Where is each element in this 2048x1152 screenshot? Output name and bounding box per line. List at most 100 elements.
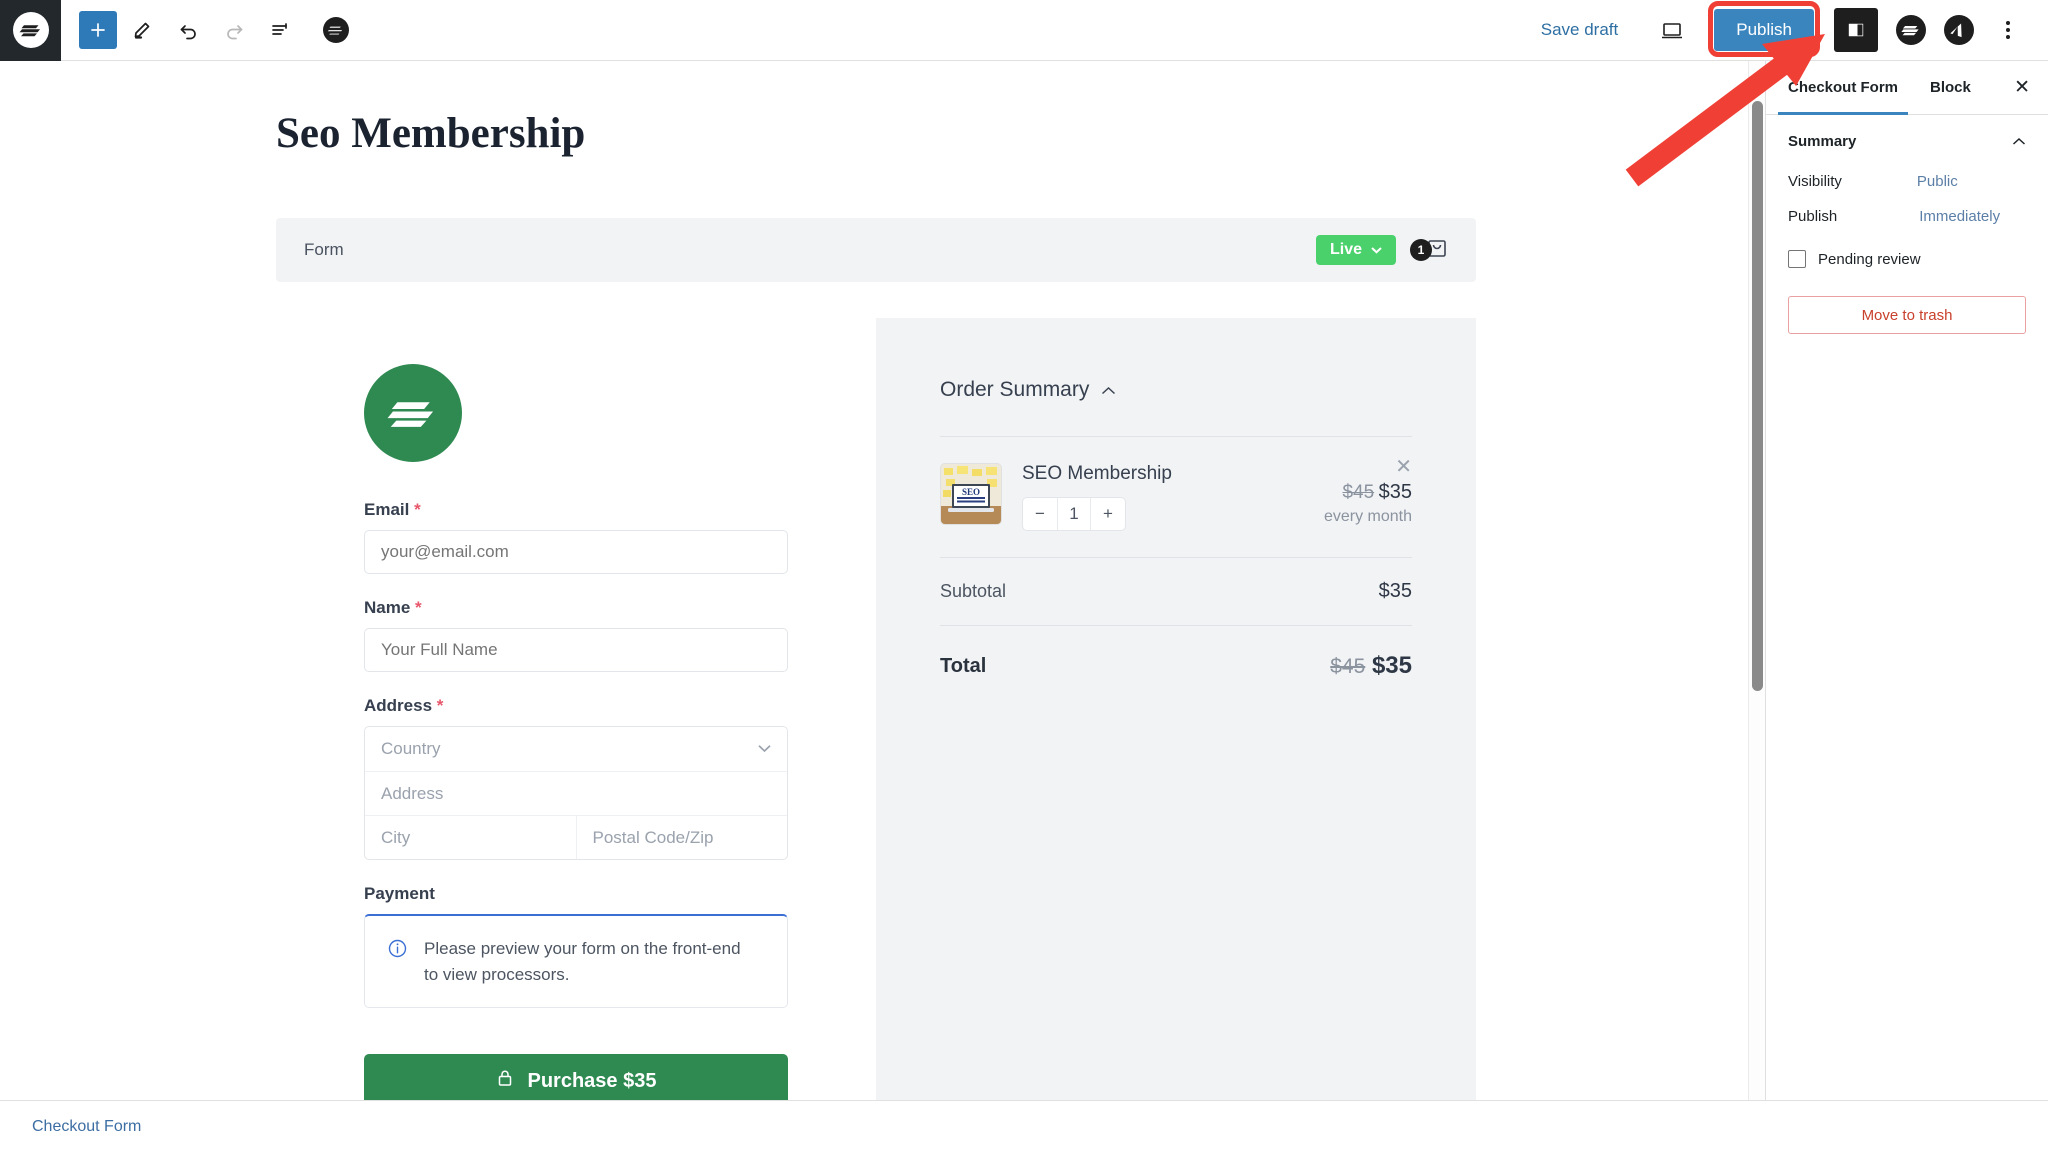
toolbar-tools-group <box>61 9 357 51</box>
publish-label: Publish <box>1788 208 1838 225</box>
chevron-up-icon <box>1101 378 1116 402</box>
info-circle-icon <box>387 938 408 987</box>
save-draft-button[interactable]: Save draft <box>1529 14 1631 46</box>
live-status-dropdown[interactable]: Live <box>1315 235 1396 265</box>
summary-section-title: Summary <box>1788 133 1857 150</box>
order-item-current-price: $35 <box>1378 481 1412 503</box>
order-summary-toggle[interactable]: Order Summary <box>940 378 1412 402</box>
order-item-price-line: $45 $35 <box>1342 481 1412 503</box>
order-item-details: SEO Membership − 1 + <box>1002 463 1172 531</box>
name-label-text: Name <box>364 598 411 617</box>
visibility-row: Visibility Public <box>1766 164 2048 199</box>
vertical-dots-icon[interactable] <box>1988 8 2028 52</box>
sidebar-panel-icon[interactable] <box>1834 8 1878 52</box>
tab-block[interactable]: Block <box>1914 61 1987 114</box>
payment-section: Payment Please preview your form on the … <box>364 884 788 1008</box>
astra-round-icon[interactable] <box>1944 15 1974 45</box>
redo-button[interactable] <box>213 9 255 51</box>
surecart-block-button[interactable] <box>315 9 357 51</box>
cart-count-badge: 1 <box>1410 239 1432 261</box>
order-item-original-price: $45 <box>1342 482 1375 503</box>
total-original-price: $45 <box>1330 655 1366 678</box>
visibility-label: Visibility <box>1788 173 1842 190</box>
settings-sidebar: Checkout Form Block ✕ Summary Visibility… <box>1765 61 2048 1130</box>
surecart-logo-icon <box>12 12 49 48</box>
pending-review-checkbox[interactable] <box>1788 250 1806 268</box>
street-address-input[interactable]: Address <box>365 772 787 815</box>
total-label: Total <box>940 654 987 677</box>
email-field-group: Email * <box>364 500 788 574</box>
country-select[interactable]: Country <box>365 727 787 771</box>
quantity-increment-button[interactable]: + <box>1091 498 1125 530</box>
order-summary-column: Order Summary SEO SEO Membership − 1 + $… <box>876 318 1476 1130</box>
quantity-value[interactable]: 1 <box>1057 498 1091 530</box>
checkout-left-column: Email * Name * Address * <box>276 318 876 1130</box>
remove-item-close-icon[interactable]: ✕ <box>1395 457 1412 477</box>
street-address-row[interactable]: Address <box>365 771 787 815</box>
summary-section-header[interactable]: Summary <box>1766 115 2048 164</box>
breadcrumb[interactable]: Checkout Form <box>32 1118 141 1136</box>
svg-text:SEO: SEO <box>962 487 980 497</box>
publish-button-wrapper: Publish <box>1708 1 1820 57</box>
name-input[interactable] <box>364 628 788 672</box>
required-marker: * <box>415 598 422 617</box>
list-view-button[interactable] <box>259 9 301 51</box>
toolbar-actions-group: Save draft Publish <box>1529 1 2048 57</box>
sidebar-tabs: Checkout Form Block ✕ <box>1766 61 2048 115</box>
form-block-label: Form <box>304 240 344 259</box>
required-marker: * <box>414 500 421 519</box>
postal-code-input[interactable]: Postal Code/Zip <box>575 816 788 859</box>
canvas-scrollbar-thumb[interactable] <box>1752 101 1763 691</box>
address-fieldset: Country Address City Postal Code/Zip <box>364 726 788 860</box>
email-input[interactable] <box>364 530 788 574</box>
order-line-item: SEO SEO Membership − 1 + $45 $35 every m… <box>940 437 1412 557</box>
email-field-label: Email * <box>364 500 788 520</box>
tab-checkout-form[interactable]: Checkout Form <box>1772 61 1914 115</box>
visibility-value-button[interactable]: Public <box>1917 173 1958 190</box>
purchase-button-label: Purchase $35 <box>527 1069 657 1092</box>
order-item-title: SEO Membership <box>1022 463 1172 484</box>
publish-row: Publish Immediately <box>1766 199 2048 234</box>
pending-review-row[interactable]: Pending review <box>1766 234 2048 276</box>
live-status-label: Live <box>1329 241 1362 258</box>
form-block-controls: Live 1 <box>1315 235 1448 265</box>
surecart-round-icon[interactable] <box>1896 15 1926 45</box>
publish-button[interactable]: Publish <box>1714 9 1814 51</box>
undo-button[interactable] <box>167 9 209 51</box>
checkout-form-preview: Email * Name * Address * <box>276 318 1476 1130</box>
seo-laptop-photo: SEO <box>940 463 1002 525</box>
quantity-decrement-button[interactable]: − <box>1023 498 1057 530</box>
site-logo-button[interactable] <box>0 0 61 61</box>
payment-label: Payment <box>364 884 435 903</box>
page-title[interactable]: Seo Membership <box>276 109 1765 158</box>
editor-canvas: Seo Membership Form Live 1 Email * your@… <box>0 61 1765 1130</box>
country-select-row[interactable]: Country <box>365 727 787 771</box>
city-postal-row: City Postal Code/Zip <box>365 815 787 859</box>
lock-icon <box>496 1068 514 1094</box>
order-item-interval: every month <box>1323 508 1412 525</box>
address-label-text: Address <box>364 696 433 715</box>
required-marker: * <box>436 696 444 715</box>
form-block-header[interactable]: Form Live 1 <box>276 218 1476 282</box>
surecart-brand-logo <box>364 364 462 462</box>
add-block-button[interactable] <box>79 11 117 49</box>
pending-review-label: Pending review <box>1818 250 1921 268</box>
cart-indicator[interactable]: 1 <box>1410 236 1448 264</box>
subtotal-row: Subtotal $35 <box>940 558 1412 625</box>
payment-notice-text: Please preview your form on the front-en… <box>424 939 741 984</box>
payment-notice: Please preview your form on the front-en… <box>364 914 788 1008</box>
chevron-up-icon <box>2012 133 2026 150</box>
surecart-logo-icon <box>325 25 345 36</box>
total-value-group: $45 $35 <box>1330 652 1412 680</box>
city-input[interactable]: City <box>365 816 576 859</box>
editor-top-toolbar: Save draft Publish <box>0 0 2048 61</box>
close-sidebar-icon[interactable]: ✕ <box>2002 76 2042 99</box>
publish-value-button[interactable]: Immediately <box>1919 208 2000 225</box>
chevron-down-icon <box>1371 247 1382 254</box>
canvas-scrollbar-track[interactable] <box>1748 61 1765 1130</box>
order-summary-title: Order Summary <box>940 378 1090 401</box>
edit-tool-button[interactable] <box>121 9 163 51</box>
move-to-trash-button[interactable]: Move to trash <box>1788 296 2026 334</box>
editor-bottom-breadcrumb-bar: Checkout Form <box>0 1100 2048 1152</box>
desktop-preview-icon[interactable] <box>1650 8 1694 52</box>
